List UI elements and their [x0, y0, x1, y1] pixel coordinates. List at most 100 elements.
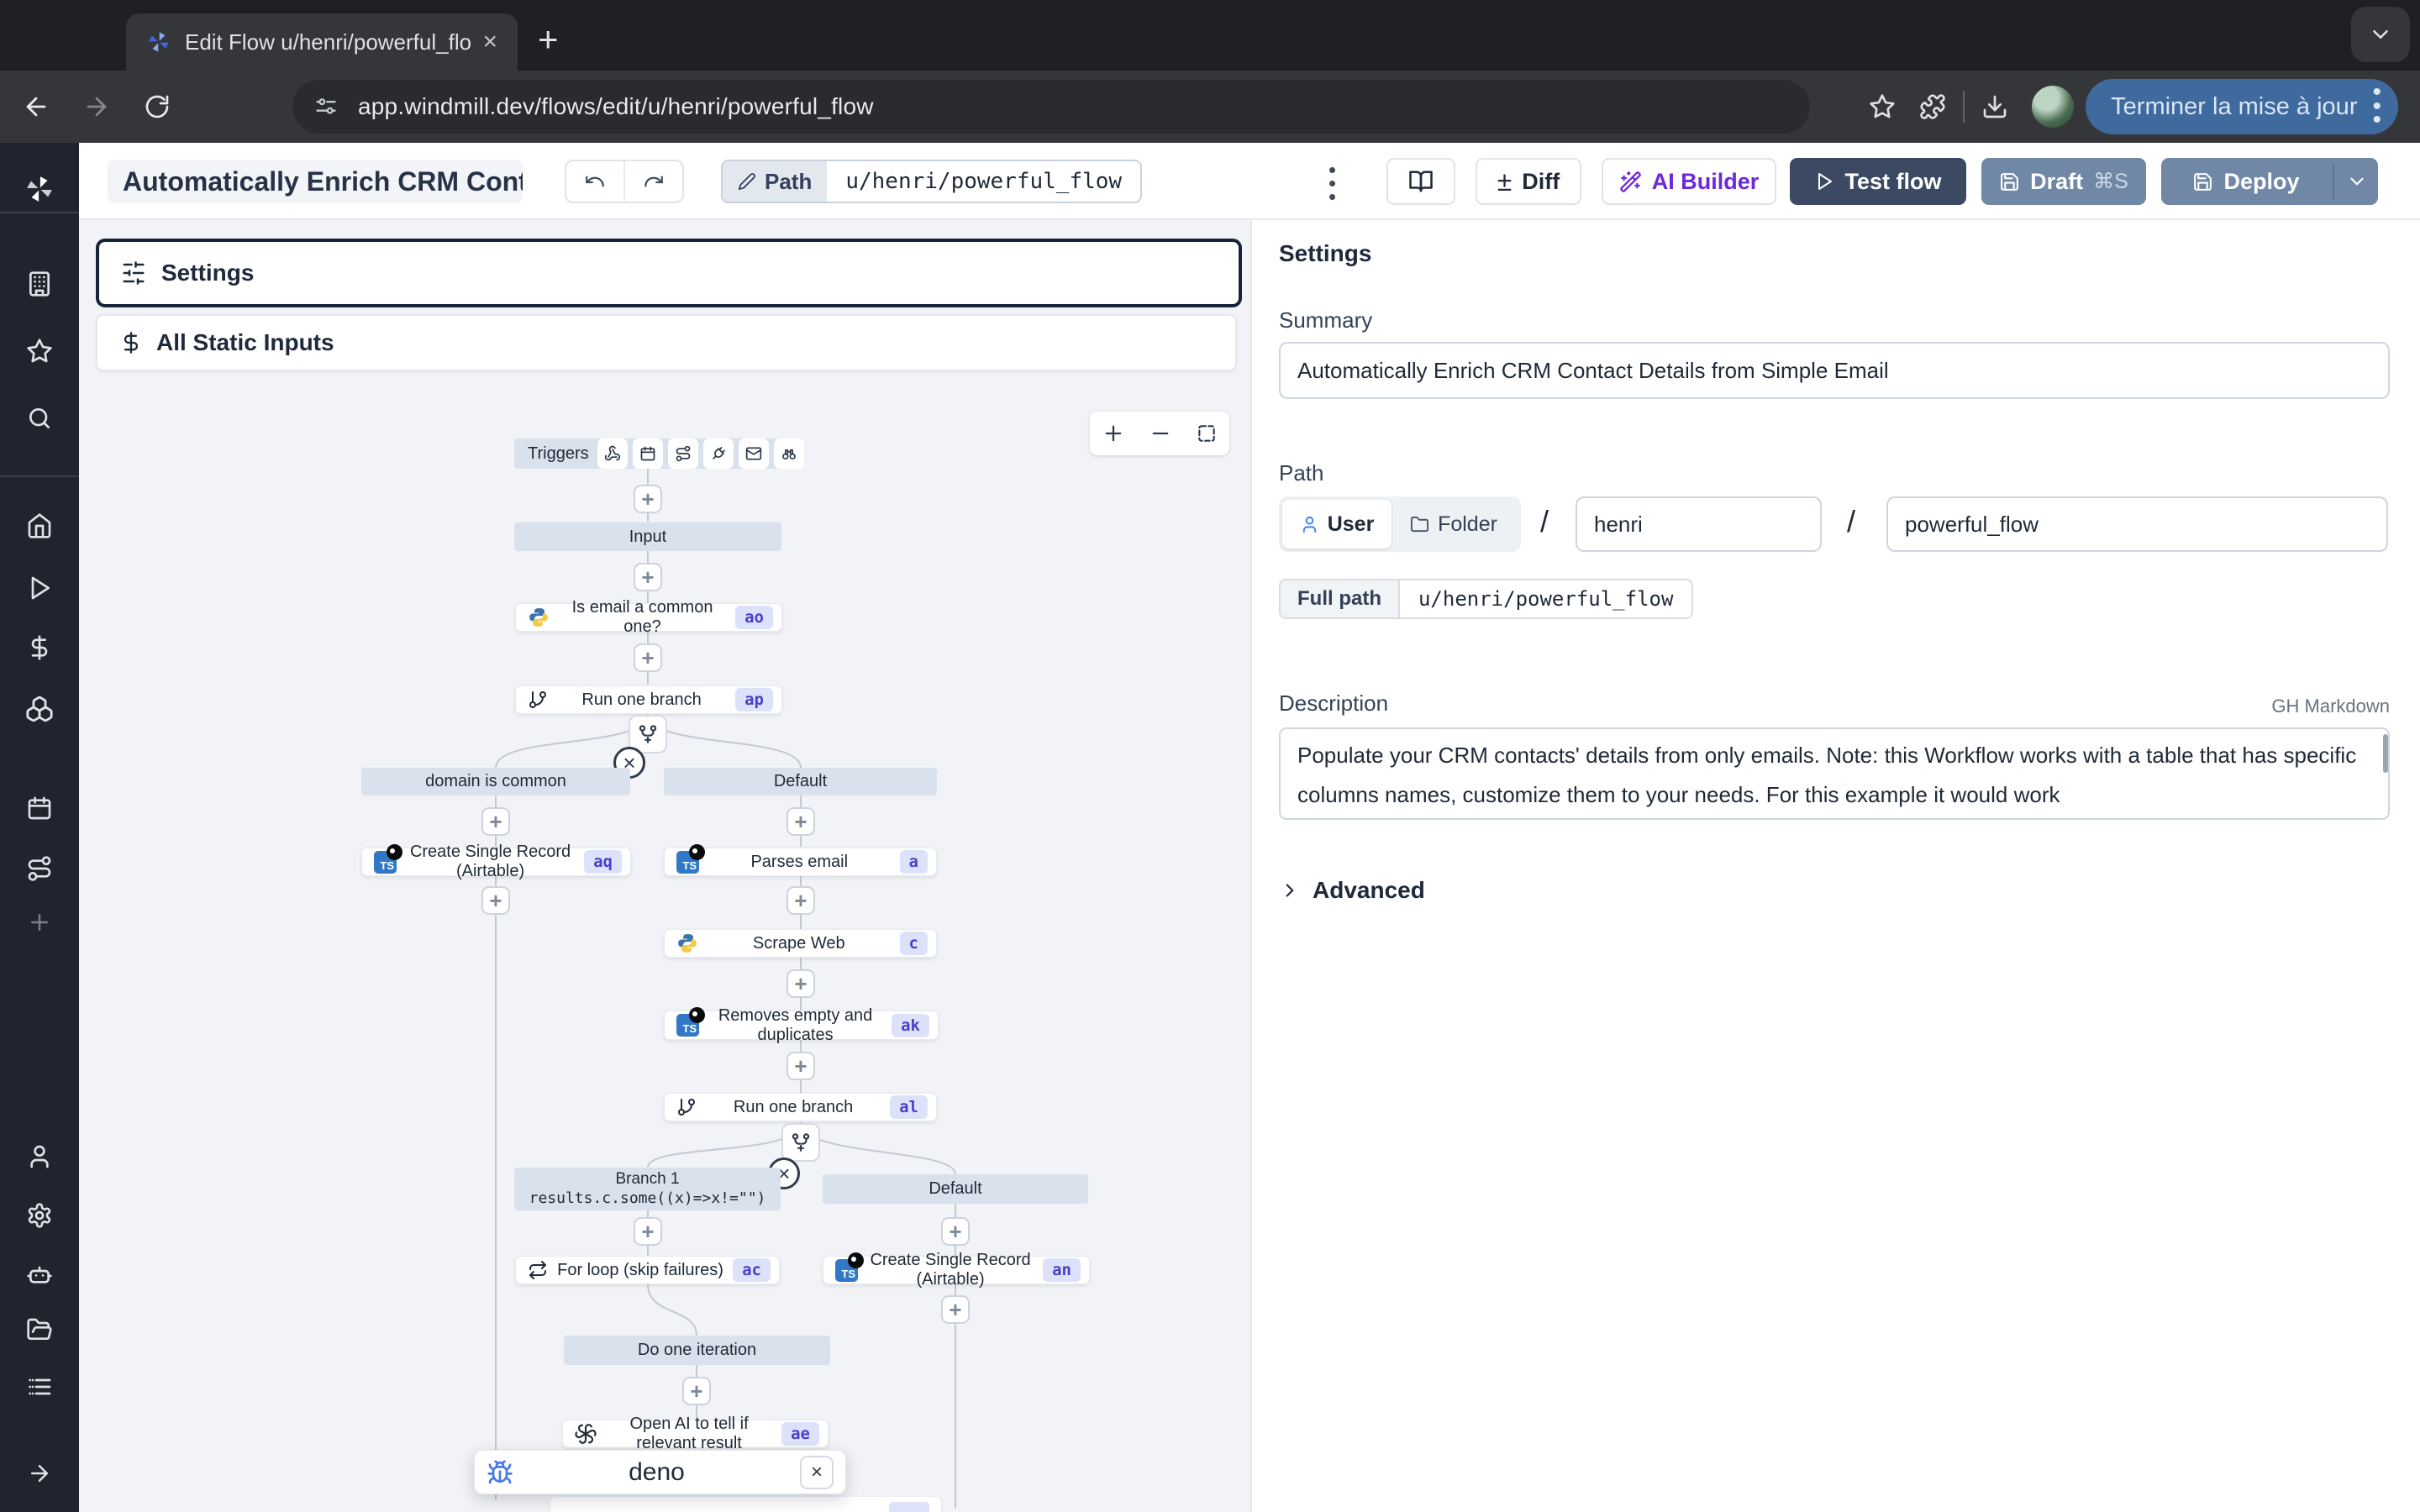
branch-bar-default-2[interactable]: Default [823, 1174, 1088, 1204]
webhook-trigger-icon[interactable] [597, 438, 628, 469]
chrome-menu-kebab-icon[interactable]: ••• [2372, 86, 2381, 128]
redo-button[interactable] [625, 161, 682, 202]
site-settings-icon[interactable] [314, 95, 338, 118]
triggers-label: Triggers [528, 444, 589, 464]
add-step-button[interactable]: + [682, 1377, 711, 1405]
diff-button[interactable]: ± Diff [1476, 158, 1581, 205]
test-flow-label: Test flow [1844, 169, 1941, 195]
tab-close-icon[interactable]: × [477, 29, 502, 55]
zoom-out-icon[interactable] [1149, 422, 1172, 445]
add-branch-button[interactable] [781, 1123, 820, 1162]
websocket-trigger-icon[interactable] [703, 438, 734, 469]
poll-trigger-icon[interactable] [774, 438, 804, 469]
tab-search-button[interactable] [2351, 7, 2410, 62]
back-button[interactable] [12, 82, 60, 131]
browser-tab[interactable]: Edit Flow u/henri/powerful_flo × [126, 13, 518, 71]
add-step-button[interactable]: + [481, 886, 510, 915]
add-step-button[interactable]: + [634, 563, 662, 591]
add-step-button[interactable]: + [481, 807, 510, 836]
flow-settings-card[interactable]: Settings [96, 239, 1242, 307]
docs-button[interactable] [1386, 158, 1455, 205]
sidebar-schedules-icon[interactable] [26, 795, 53, 822]
new-tab-button[interactable]: + [538, 22, 559, 57]
deploy-button[interactable]: Deploy [2161, 158, 2378, 205]
sidebar-workspace-icon[interactable] [26, 270, 53, 297]
download-icon[interactable] [1981, 93, 2008, 120]
sidebar-logs-icon[interactable] [26, 1373, 53, 1400]
add-step-button[interactable]: + [634, 1217, 662, 1246]
step-node-scrape-web[interactable]: Scrape Web c [664, 929, 937, 958]
sidebar-favorites-icon[interactable] [26, 338, 53, 365]
step-node-openai[interactable]: Open AI to tell if relevant result ae [562, 1420, 829, 1448]
path-owner-input[interactable] [1576, 496, 1822, 552]
add-step-button[interactable]: + [786, 807, 815, 836]
triggers-bar[interactable]: Triggers [514, 438, 781, 469]
step-node-run-one-branch-1[interactable]: Run one branch ap [515, 685, 782, 714]
branch-bar-branch-1[interactable]: Branch 1 results.c.some((x)=>x!="") [514, 1168, 781, 1210]
add-step-button[interactable]: + [786, 969, 815, 998]
sidebar-search-icon[interactable] [26, 405, 53, 432]
sidebar-users-icon[interactable] [26, 1143, 53, 1170]
partial-step-node[interactable] [550, 1497, 941, 1512]
add-step-button[interactable]: + [941, 1217, 970, 1246]
user-toggle-option[interactable]: User [1282, 500, 1392, 549]
sidebar-home-icon[interactable] [26, 512, 53, 539]
email-trigger-icon[interactable] [739, 438, 769, 469]
textarea-scrollbar[interactable] [2383, 734, 2388, 773]
sidebar-settings-icon[interactable] [26, 1202, 53, 1229]
route-trigger-icon[interactable] [668, 438, 698, 469]
input-node[interactable]: Input [514, 522, 781, 551]
path-name-input[interactable] [1886, 496, 2388, 552]
add-step-button[interactable]: + [786, 1052, 815, 1080]
forward-button[interactable] [72, 82, 121, 131]
branch-bar-domain-is-common[interactable]: domain is common [361, 768, 630, 795]
deno-icon [848, 1252, 864, 1268]
all-static-inputs-card[interactable]: All Static Inputs [96, 314, 1237, 371]
bookmark-star-icon[interactable] [1869, 93, 1896, 120]
branch-bar-default-1[interactable]: Default [664, 768, 937, 795]
extensions-icon[interactable] [1919, 93, 1946, 120]
chrome-update-button[interactable]: Terminer la mise à jour ••• [2086, 79, 2398, 134]
sidebar-runs-icon[interactable] [26, 575, 53, 601]
sidebar-folders-icon[interactable] [26, 1316, 53, 1343]
path-chip[interactable]: Path u/henri/powerful_flow [721, 160, 1142, 203]
schedule-trigger-icon[interactable] [633, 438, 663, 469]
windmill-logo-icon[interactable] [24, 173, 55, 205]
ai-builder-button[interactable]: AI Builder [1602, 158, 1776, 205]
sidebar-routes-icon[interactable] [26, 855, 53, 882]
fit-view-icon[interactable] [1196, 423, 1218, 444]
advanced-section-toggle[interactable]: Advanced [1279, 877, 1425, 904]
sidebar-workers-icon[interactable] [26, 1261, 53, 1288]
add-step-button[interactable]: + [634, 485, 662, 513]
step-node-create-record-2[interactable]: TS Create Single Record (Airtable) an [823, 1256, 1090, 1284]
undo-button[interactable] [566, 161, 625, 202]
more-options-kebab-icon[interactable]: ••• [1328, 163, 1336, 203]
step-node-is-email[interactable]: Is email a common one? ao [515, 603, 782, 632]
sidebar-variables-icon[interactable] [26, 634, 53, 661]
step-node-for-loop[interactable]: For loop (skip failures) ac [515, 1256, 780, 1284]
zoom-in-icon[interactable] [1102, 422, 1125, 445]
test-flow-button[interactable]: Test flow [1790, 158, 1966, 205]
folder-toggle-option[interactable]: Folder [1392, 500, 1516, 549]
profile-avatar[interactable] [2032, 86, 2074, 128]
add-step-button[interactable]: + [786, 886, 815, 915]
app-sidebar [0, 143, 79, 1512]
sidebar-resources-icon[interactable] [25, 695, 54, 723]
summary-input[interactable] [1279, 342, 2390, 399]
flow-title-input[interactable]: Automatically Enrich CRM Contact [108, 160, 523, 203]
description-textarea[interactable]: Populate your CRM contacts' details from… [1279, 727, 2390, 820]
step-node-create-record-1[interactable]: TS Create Single Record (Airtable) aq [361, 848, 631, 876]
sidebar-expand-icon[interactable] [27, 1461, 52, 1486]
close-icon[interactable]: × [800, 1456, 834, 1489]
step-node-run-one-branch-2[interactable]: Run one branch al [664, 1093, 937, 1121]
sidebar-add-icon[interactable] [27, 910, 52, 935]
step-node-parses-email[interactable]: TS Parses email a [664, 848, 937, 876]
add-step-button[interactable]: + [941, 1295, 970, 1324]
do-one-iteration-bar[interactable]: Do one iteration [564, 1336, 830, 1365]
draft-button[interactable]: Draft ⌘S [1981, 158, 2146, 205]
step-node-removes-duplicates[interactable]: TS Removes empty and duplicates ak [664, 1011, 939, 1040]
add-step-button[interactable]: + [634, 643, 662, 672]
reload-button[interactable] [133, 82, 182, 131]
url-bar[interactable]: app.windmill.dev/flows/edit/u/henri/powe… [292, 80, 1810, 134]
deploy-dropdown-button[interactable] [2346, 171, 2368, 192]
